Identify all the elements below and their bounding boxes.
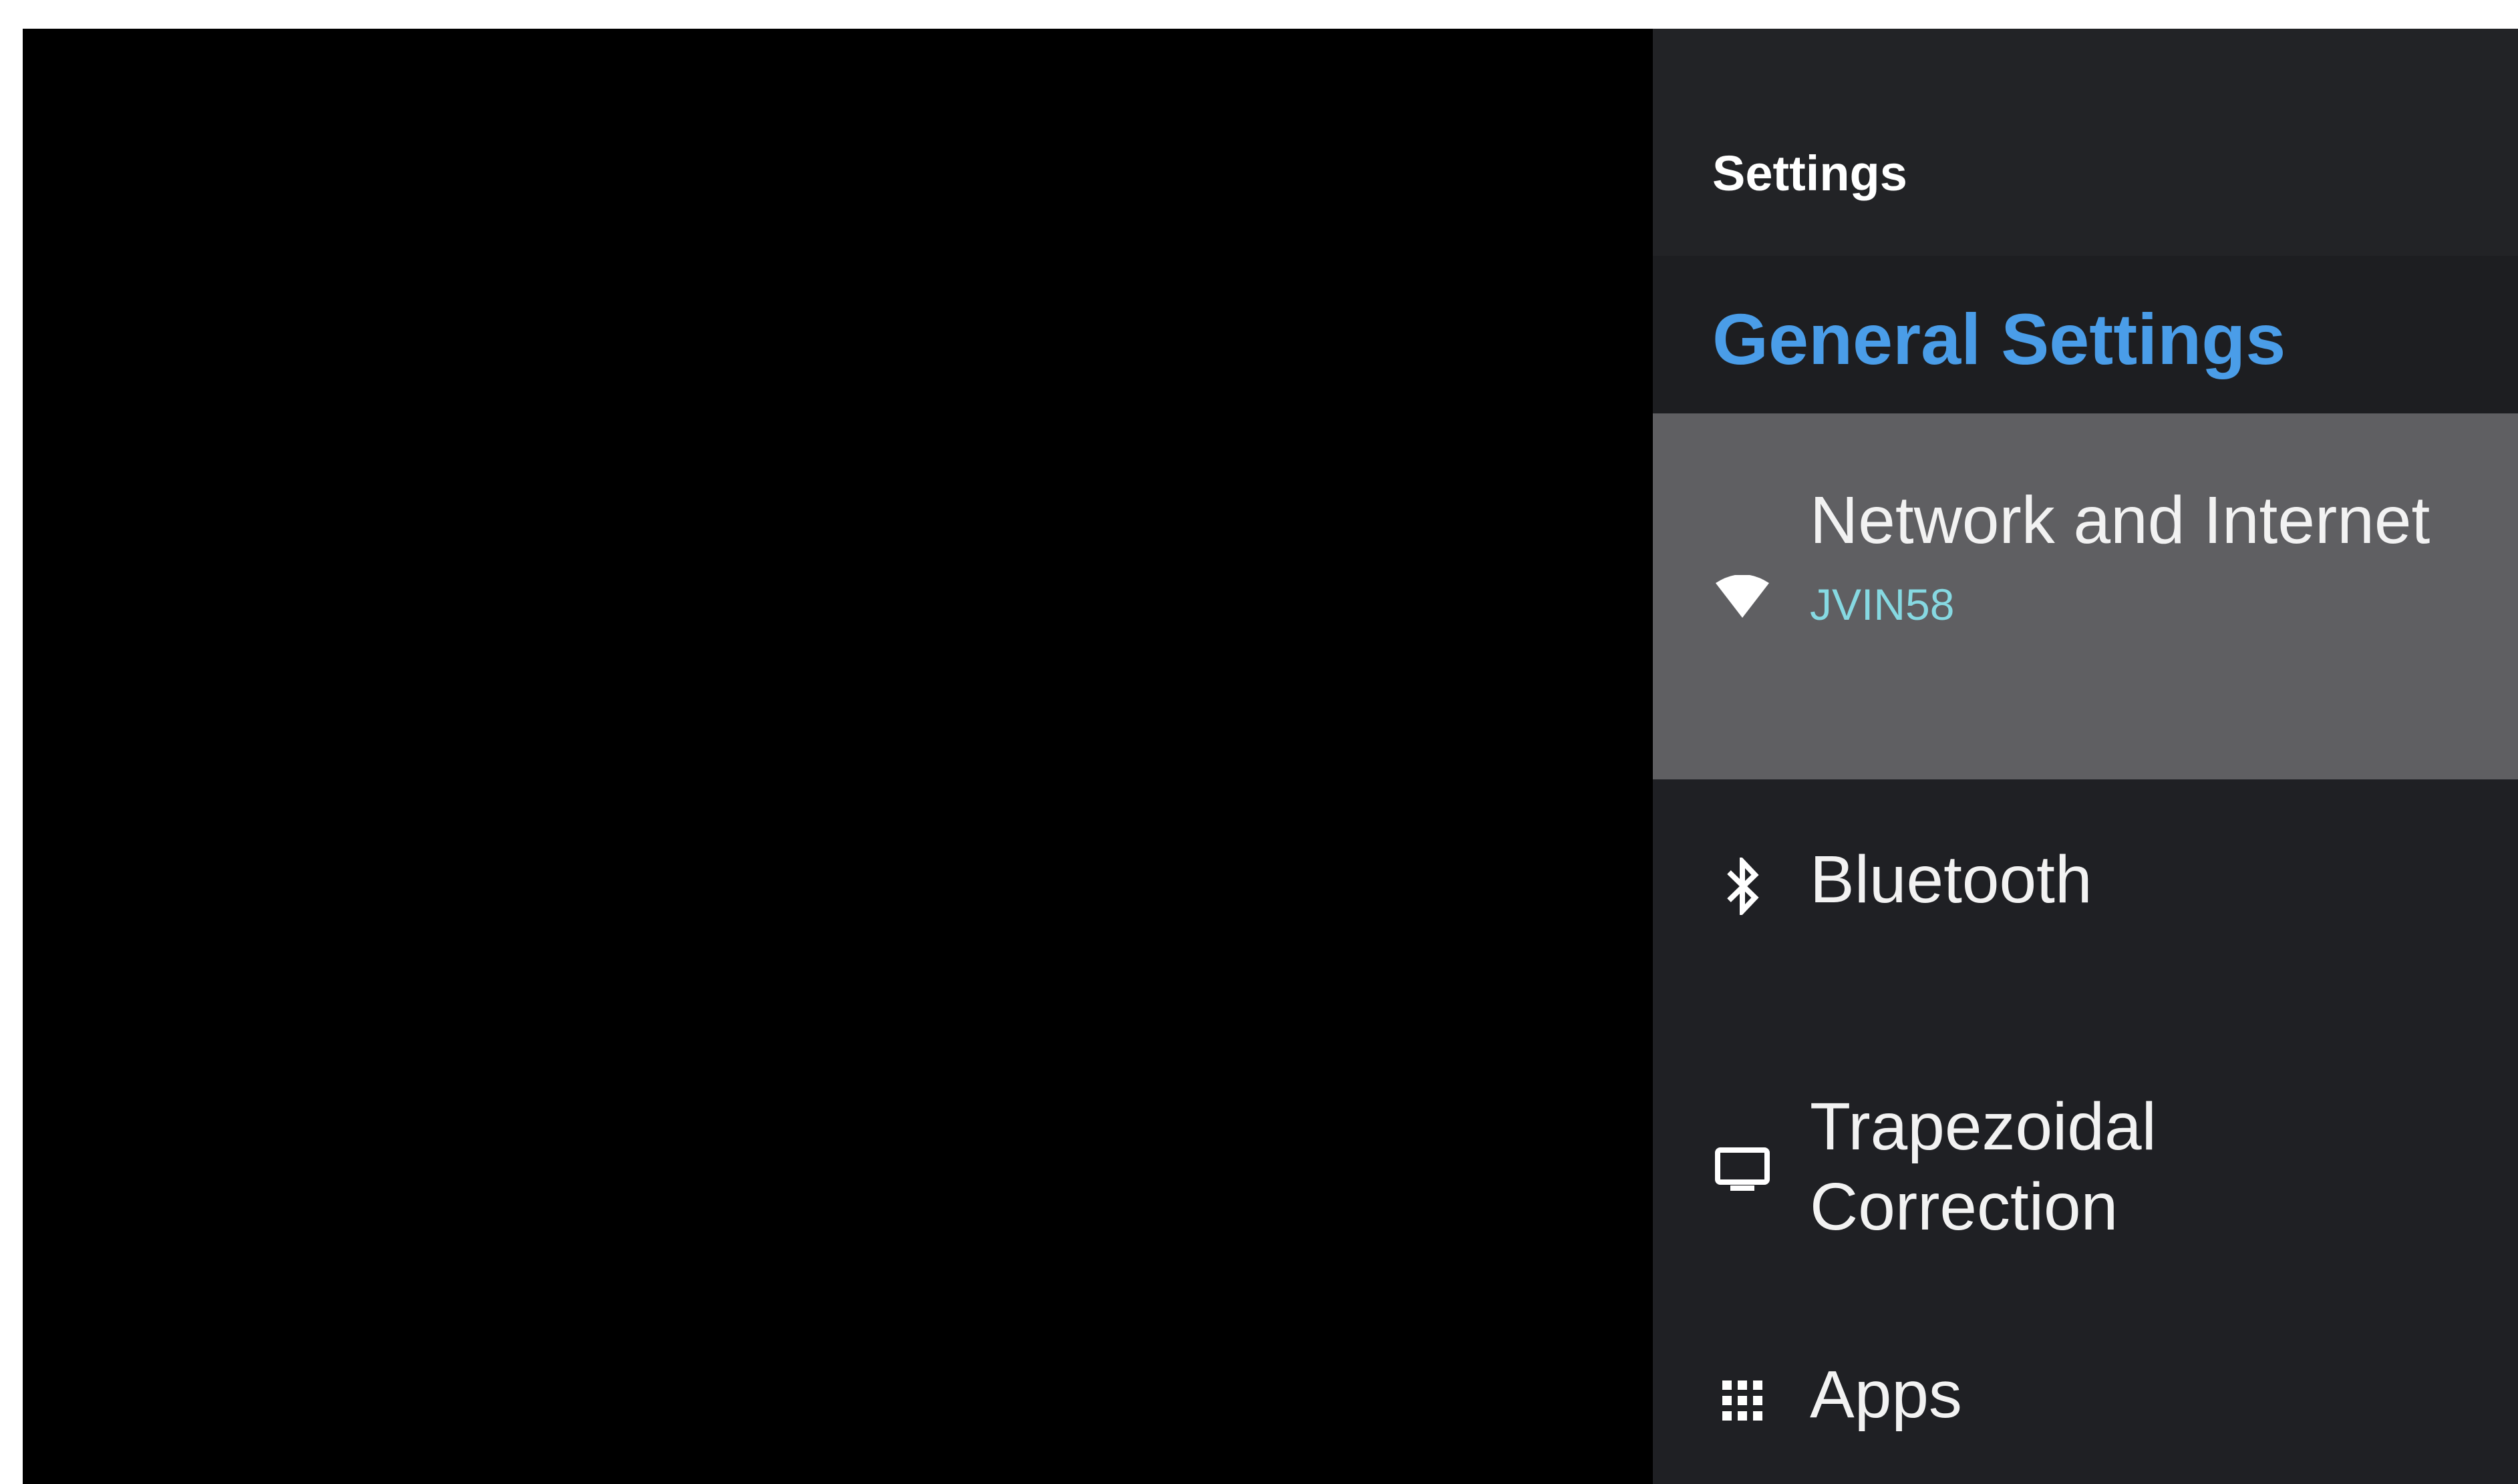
settings-item-apps[interactable]: Apps [1653,1314,2518,1484]
apps-grid-icon [1712,1370,1772,1431]
settings-item-trapezoidal[interactable]: Trapezoidal Correction [1653,993,2518,1314]
settings-panel: Settings General Settings Network and In… [1653,29,2518,1484]
settings-item-label: Bluetooth [1810,842,2092,917]
display-icon [1712,1140,1772,1200]
network-name: JVIN58 [1810,580,1955,629]
bluetooth-icon [1712,856,1772,916]
settings-item-bluetooth[interactable]: Bluetooth [1653,779,2518,993]
settings-item-label: Network and Internet [1810,483,2430,558]
panel-header: Settings [1653,29,2518,256]
settings-item-label: Apps [1810,1357,1962,1432]
section-header: General Settings [1653,256,2518,413]
settings-item-network[interactable]: Network and Internet JVIN58 [1653,413,2518,779]
section-title: General Settings [1712,299,2286,379]
settings-item-label: Trapezoidal Correction [1810,1089,2157,1244]
wifi-icon [1712,566,1772,626]
panel-title: Settings [1712,146,1907,201]
